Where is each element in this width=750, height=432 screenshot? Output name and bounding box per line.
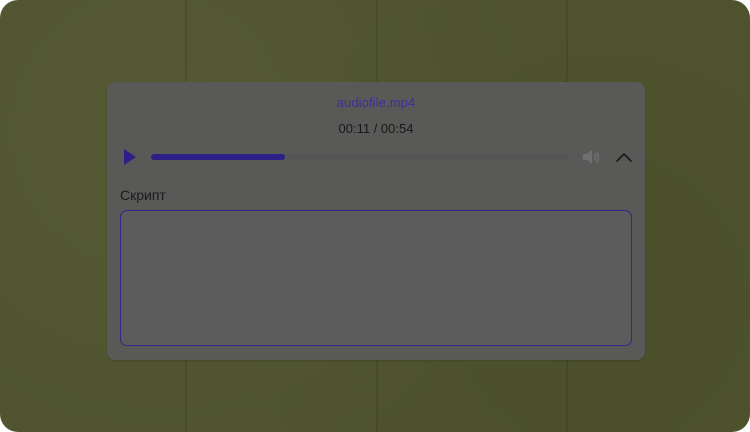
volume-icon <box>583 150 600 164</box>
play-icon <box>124 149 136 165</box>
time-readout: 00:11 / 00:54 <box>338 121 414 136</box>
progress-fill <box>151 154 285 160</box>
script-label: Скрипт <box>120 187 166 203</box>
script-textarea[interactable] <box>120 210 632 346</box>
collapse-button[interactable] <box>615 150 633 164</box>
progress-slider[interactable] <box>151 154 569 160</box>
audio-player-panel: audiofile.mp4 00:11 / 00:54 Скрипт <box>107 82 645 360</box>
chevron-up-icon <box>616 153 632 162</box>
file-name: audiofile.mp4 <box>336 95 416 110</box>
desktop-background: audiofile.mp4 00:11 / 00:54 Скрипт <box>0 0 750 432</box>
volume-button[interactable] <box>581 148 601 166</box>
play-button[interactable] <box>122 147 138 167</box>
